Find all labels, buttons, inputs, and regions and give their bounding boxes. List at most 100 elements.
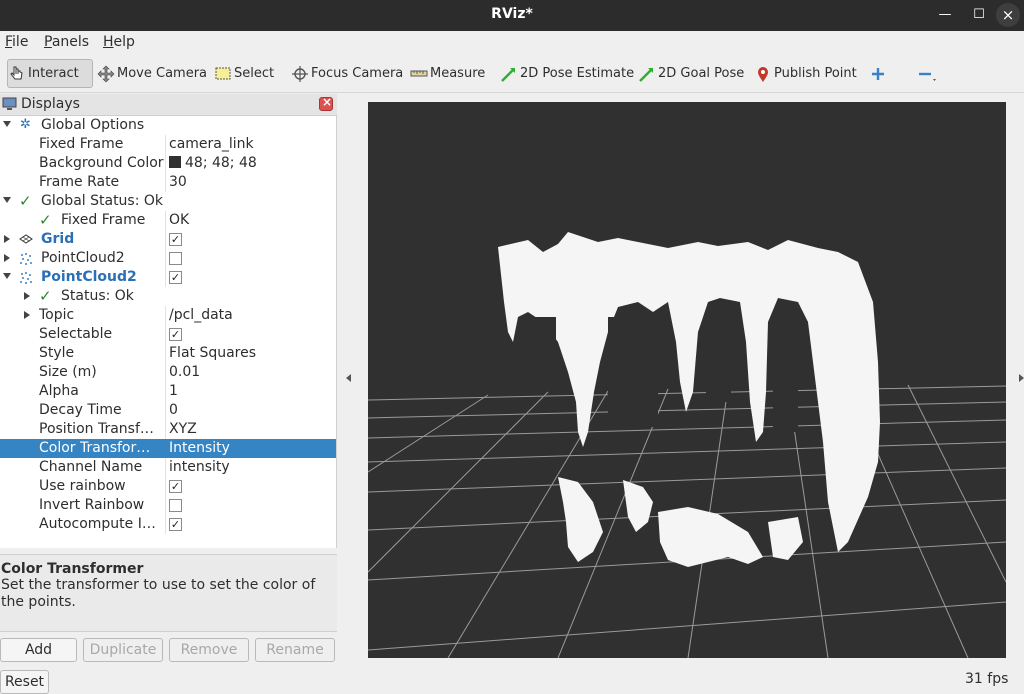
selectable-checkbox[interactable]: ✓ — [169, 328, 182, 341]
grid-icon — [19, 233, 33, 246]
column-divider — [165, 325, 166, 344]
column-divider — [165, 230, 166, 249]
duplicate-button[interactable]: Duplicate — [83, 638, 163, 662]
pointcloud2-a-checkbox[interactable] — [169, 252, 182, 265]
menu-panels-label: anels — [51, 34, 90, 50]
tree-row-size[interactable]: Size (m) 0.01 — [0, 363, 336, 382]
color-transformer-value[interactable]: Intensity — [169, 440, 230, 456]
measure-tool[interactable]: Measure — [410, 59, 485, 88]
tree-row-style[interactable]: Style Flat Squares — [0, 344, 336, 363]
move-camera-tool[interactable]: Move Camera — [97, 59, 207, 88]
tree-row-pointcloud2-a[interactable]: PointCloud2 — [0, 249, 336, 268]
expand-arrow-icon[interactable] — [3, 121, 11, 127]
tree-row-background-color[interactable]: Background Color 48; 48; 48 — [0, 154, 336, 173]
rename-button[interactable]: Rename — [255, 638, 335, 662]
menu-file[interactable]: File — [5, 34, 28, 50]
tree-row-global-options[interactable]: ✲ Global Options — [0, 116, 336, 135]
size-value[interactable]: 0.01 — [169, 364, 200, 380]
decay-time-value[interactable]: 0 — [169, 402, 178, 418]
background-color-label: Background Color — [39, 155, 164, 171]
tree-row-global-status[interactable]: ✓ Global Status: Ok — [0, 192, 336, 211]
add-button[interactable]: Add — [0, 638, 77, 662]
channel-name-value[interactable]: intensity — [169, 459, 230, 475]
minimize-button[interactable]: — — [934, 4, 956, 26]
column-divider — [165, 211, 166, 230]
close-panel-icon[interactable] — [319, 95, 333, 111]
menu-help[interactable]: Help — [103, 34, 135, 50]
expand-arrow-icon[interactable] — [4, 235, 10, 243]
goal-pose-tool[interactable]: 2D Goal Pose — [638, 59, 744, 88]
expand-arrow-icon[interactable] — [4, 254, 10, 262]
expand-arrow-icon[interactable] — [24, 292, 30, 300]
column-divider — [165, 306, 166, 325]
tree-row-color-transformer[interactable]: Color Transfor… Intensity — [0, 439, 336, 458]
autocompute-label: Autocompute I… — [39, 516, 156, 532]
interact-label: Interact — [28, 66, 79, 81]
column-divider — [165, 135, 166, 154]
maximize-button[interactable]: ☐ — [968, 4, 990, 26]
fixed-frame-value[interactable]: camera_link — [169, 136, 254, 152]
frame-rate-label: Frame Rate — [39, 174, 120, 190]
pointcloud2-b-checkbox[interactable]: ✓ — [169, 271, 182, 284]
position-transformer-value[interactable]: XYZ — [169, 421, 197, 437]
column-divider — [165, 268, 166, 287]
property-description: Color Transformer Set the transformer to… — [0, 554, 337, 632]
displays-tree: ✲ Global Options Fixed Frame camera_link… — [0, 116, 337, 548]
expand-arrow-icon[interactable] — [3, 273, 11, 279]
column-divider — [165, 458, 166, 477]
alpha-value[interactable]: 1 — [169, 383, 178, 399]
title-bar: RViz* — ☐ × — [0, 0, 1024, 31]
tree-row-autocompute[interactable]: Autocompute I… ✓ — [0, 515, 336, 534]
interact-tool[interactable]: Interact — [7, 59, 93, 88]
column-divider — [165, 496, 166, 515]
tree-row-pointcloud2-b[interactable]: PointCloud2 ✓ — [0, 268, 336, 287]
collapse-left-icon[interactable] — [346, 374, 351, 382]
add-tool-button[interactable] — [869, 59, 889, 88]
menu-file-label: ile — [12, 34, 29, 50]
collapse-right-icon[interactable] — [1019, 374, 1024, 382]
publish-point-tool[interactable]: Publish Point — [754, 59, 857, 88]
tree-row-alpha[interactable]: Alpha 1 — [0, 382, 336, 401]
size-label: Size (m) — [39, 364, 97, 380]
tree-row-position-transformer[interactable]: Position Transf… XYZ — [0, 420, 336, 439]
tree-row-grid[interactable]: Grid ✓ — [0, 230, 336, 249]
grid-label: Grid — [41, 231, 75, 247]
tree-row-decay-time[interactable]: Decay Time 0 — [0, 401, 336, 420]
select-tool[interactable]: Select — [214, 59, 274, 88]
frame-rate-value[interactable]: 30 — [169, 174, 187, 190]
tree-row-channel-name[interactable]: Channel Name intensity — [0, 458, 336, 477]
column-divider — [165, 173, 166, 192]
pose-estimate-tool[interactable]: 2D Pose Estimate — [500, 59, 634, 88]
close-window-button[interactable]: × — [996, 3, 1020, 27]
select-label: Select — [234, 66, 275, 81]
reset-button[interactable]: Reset — [0, 670, 49, 694]
style-value[interactable]: Flat Squares — [169, 345, 256, 361]
tree-row-status-fixed-frame[interactable]: ✓ Fixed Frame OK — [0, 211, 336, 230]
use-rainbow-checkbox[interactable]: ✓ — [169, 480, 182, 493]
expand-arrow-icon[interactable] — [24, 311, 30, 319]
point-cloud-icon — [19, 271, 32, 284]
remove-tool-button[interactable] — [916, 59, 936, 88]
plus-icon — [869, 65, 887, 83]
menu-panels[interactable]: Panels — [44, 34, 89, 50]
focus-camera-tool[interactable]: Focus Camera — [291, 59, 403, 88]
point-cloud-icon — [19, 252, 32, 265]
background-color-value[interactable]: 48; 48; 48 — [169, 155, 257, 171]
autocompute-checkbox[interactable]: ✓ — [169, 518, 182, 531]
invert-rainbow-checkbox[interactable] — [169, 499, 182, 512]
tree-row-frame-rate[interactable]: Frame Rate 30 — [0, 173, 336, 192]
alpha-label: Alpha — [39, 383, 79, 399]
expand-arrow-icon[interactable] — [3, 197, 11, 203]
column-divider — [165, 363, 166, 382]
tree-row-fixed-frame[interactable]: Fixed Frame camera_link — [0, 135, 336, 154]
render-view[interactable] — [368, 102, 1006, 658]
topic-value[interactable]: /pcl_data — [169, 307, 233, 323]
displays-title: Displays — [21, 96, 80, 112]
tree-row-use-rainbow[interactable]: Use rainbow ✓ — [0, 477, 336, 496]
tree-row-status-ok[interactable]: ✓ Status: Ok — [0, 287, 336, 306]
grid-checkbox[interactable]: ✓ — [169, 233, 182, 246]
tree-row-selectable[interactable]: Selectable ✓ — [0, 325, 336, 344]
remove-button[interactable]: Remove — [169, 638, 249, 662]
tree-row-topic[interactable]: Topic /pcl_data — [0, 306, 336, 325]
tree-row-invert-rainbow[interactable]: Invert Rainbow — [0, 496, 336, 515]
